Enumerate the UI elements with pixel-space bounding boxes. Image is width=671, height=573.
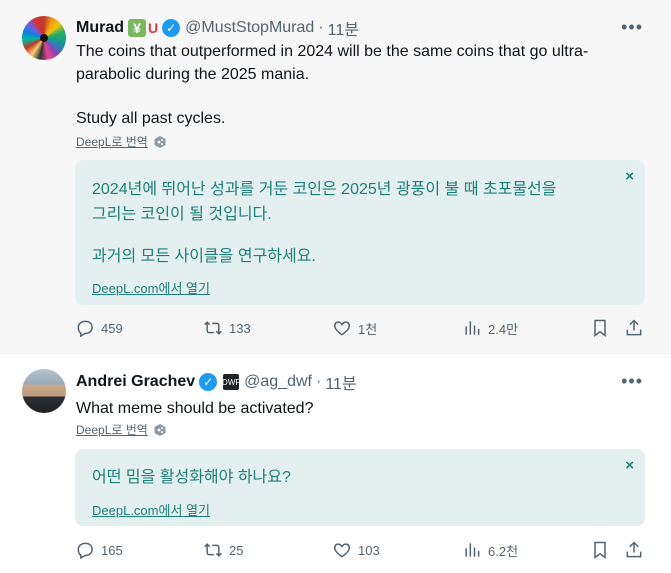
translation-text-line: 과거의 모든 사이클을 연구하세요. xyxy=(92,248,316,265)
bar-chart-icon xyxy=(465,543,480,557)
author-handle[interactable]: @ag_dwf xyxy=(244,373,312,391)
heart-icon xyxy=(333,543,351,558)
bookmark-icon xyxy=(594,541,606,559)
retweet-icon xyxy=(204,321,222,335)
tweet-time[interactable]: 11분 xyxy=(325,370,356,394)
more-horizontal-icon[interactable]: ••• xyxy=(621,18,643,36)
verified-check-icon[interactable]: ✓ xyxy=(199,373,218,391)
reply-button[interactable]: 165 xyxy=(75,540,123,560)
view-count: 2.4만 xyxy=(488,321,519,337)
translate-with-deepl-link[interactable]: DeepL로 번역 xyxy=(76,421,167,438)
author-name[interactable]: Murad xyxy=(76,19,124,37)
org-badge-icon[interactable]: DWF xyxy=(222,374,240,390)
deepl-hex-icon xyxy=(154,423,166,436)
verified-check-icon[interactable]: ✓ xyxy=(162,19,181,37)
tweet[interactable]: Andrei Grachev ✓ DWF @ag_dwf · 11분 ••• W… xyxy=(0,353,671,573)
yen-emoji-icon: ¥ xyxy=(128,19,146,37)
avatar[interactable] xyxy=(22,16,66,60)
translation-box: × 어떤 밈을 활성화해야 하나요? DeepL.com에서 열기 xyxy=(75,449,645,526)
like-button[interactable]: 1천 xyxy=(332,318,377,338)
translation-text-line: 2024년에 뛰어난 성과를 거둔 코인은 2025년 광풍이 불 때 초포물선… xyxy=(92,181,557,198)
reply-icon xyxy=(77,320,93,338)
translation-text-line: 어떤 밈을 활성화해야 하나요? xyxy=(92,469,291,486)
reply-button[interactable]: 459 xyxy=(75,318,123,338)
separator-dot: · xyxy=(316,373,322,390)
heart-icon xyxy=(333,321,351,336)
reply-icon xyxy=(77,542,93,560)
like-button[interactable]: 103 xyxy=(332,540,380,560)
bookmark-button[interactable] xyxy=(590,540,616,560)
avatar[interactable] xyxy=(22,369,66,413)
translation-text-line: 그리는 코인이 될 것입니다. xyxy=(92,206,272,223)
bookmark-button[interactable] xyxy=(590,318,616,338)
tweet-text-line: parabolic during the 2025 mania. xyxy=(76,66,310,83)
share-icon xyxy=(626,541,642,558)
close-icon[interactable]: × xyxy=(625,168,634,185)
tweet-header: Andrei Grachev ✓ DWF @ag_dwf · 11분 xyxy=(76,371,357,393)
translate-with-deepl-link[interactable]: DeepL로 번역 xyxy=(76,133,167,150)
retweet-button[interactable]: 25 xyxy=(203,540,243,560)
translate-label: DeepL로 번역 xyxy=(76,135,148,149)
retweet-button[interactable]: 133 xyxy=(203,318,251,338)
like-count: 1천 xyxy=(358,321,378,337)
views-button[interactable]: 2.4만 xyxy=(462,318,518,338)
tweet-text-line: Study all past cycles. xyxy=(76,110,226,127)
tweet-actions: 459 133 1천 2.4만 xyxy=(75,318,645,340)
magnet-emoji-icon: U xyxy=(148,20,159,36)
author-handle[interactable]: @MustStopMurad xyxy=(185,19,314,37)
bookmark-icon xyxy=(594,319,606,337)
tweet[interactable]: Murad ¥ U ✓ @MustStopMurad · 11분 ••• The… xyxy=(0,0,671,353)
separator-dot: · xyxy=(318,19,324,36)
more-horizontal-icon[interactable]: ••• xyxy=(621,372,643,390)
close-icon[interactable]: × xyxy=(625,457,634,474)
share-button[interactable] xyxy=(624,540,650,560)
tweet-text-line: What meme should be activated? xyxy=(76,400,314,417)
tweet-text-line: The coins that outperformed in 2024 will… xyxy=(76,43,589,60)
bar-chart-icon xyxy=(465,321,480,335)
reply-count: 165 xyxy=(101,542,123,558)
translate-label: DeepL로 번역 xyxy=(76,423,148,437)
view-count: 6.2천 xyxy=(488,543,519,559)
author-name[interactable]: Andrei Grachev xyxy=(76,373,195,391)
translation-box: × 2024년에 뛰어난 성과를 거둔 코인은 2025년 광풍이 불 때 초포… xyxy=(75,160,645,305)
views-button[interactable]: 6.2천 xyxy=(462,540,518,560)
tweet-header: Murad ¥ U ✓ @MustStopMurad · 11분 xyxy=(76,17,359,39)
share-icon xyxy=(626,319,642,336)
like-count: 103 xyxy=(358,542,380,558)
deepl-hex-icon xyxy=(154,135,166,148)
retweet-count: 25 xyxy=(229,542,244,558)
share-button[interactable] xyxy=(624,318,650,338)
retweet-icon xyxy=(204,543,222,557)
retweet-count: 133 xyxy=(229,320,251,336)
reply-count: 459 xyxy=(101,320,123,336)
tweet-actions: 165 25 103 6.2천 xyxy=(75,540,645,562)
open-in-deepl-link[interactable]: DeepL.com에서 열기 xyxy=(92,500,210,519)
open-in-deepl-link[interactable]: DeepL.com에서 열기 xyxy=(92,278,210,297)
tweet-time[interactable]: 11분 xyxy=(328,16,359,40)
